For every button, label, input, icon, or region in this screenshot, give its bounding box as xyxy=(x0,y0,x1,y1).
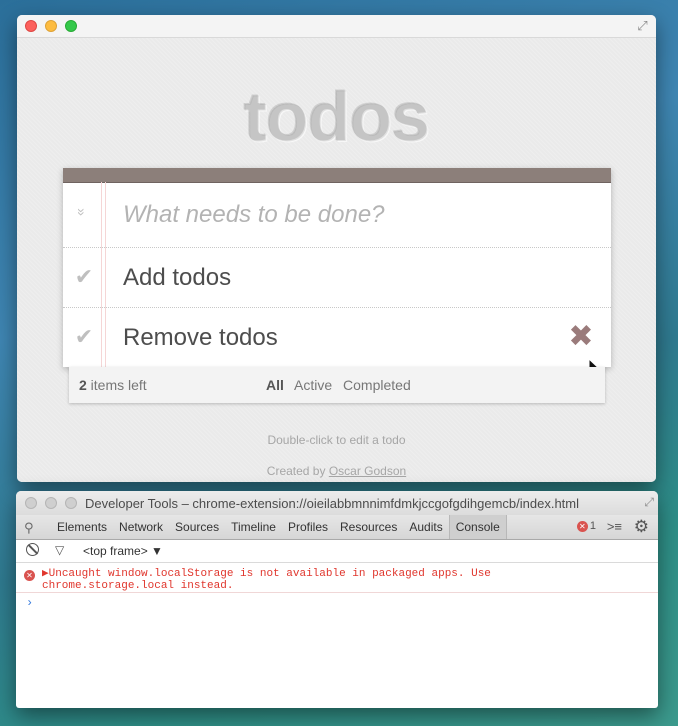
close-window-button[interactable] xyxy=(25,497,37,509)
console-toolbar: ▽ <top frame> ▼ xyxy=(16,540,658,563)
devtools-title: Developer Tools – chrome-extension://oie… xyxy=(85,496,580,511)
check-icon[interactable]: ✔ xyxy=(73,324,95,350)
filter-all[interactable]: All xyxy=(266,377,284,393)
todo-label[interactable]: Add todos xyxy=(123,264,231,292)
delete-icon[interactable]: ✖ xyxy=(568,322,594,352)
frame-selector[interactable]: <top frame> ▼ xyxy=(83,544,163,558)
tab-console[interactable]: Console xyxy=(448,515,507,539)
tab-profiles[interactable]: Profiles xyxy=(282,515,334,539)
minimize-window-button[interactable] xyxy=(45,497,57,509)
tab-sources[interactable]: Sources xyxy=(169,515,225,539)
todo-label[interactable]: Remove todos xyxy=(123,324,278,352)
filter-completed[interactable]: Completed xyxy=(343,377,411,393)
app-body: todos » What needs to be done? ✔ Add tod… xyxy=(17,38,656,482)
minimize-window-button[interactable] xyxy=(45,20,57,32)
show-drawer-icon[interactable]: >≡ xyxy=(607,519,622,534)
app-window: ⤢ todos » What needs to be done? ✔ Add t… xyxy=(17,15,656,482)
todo-item[interactable]: ✔ Remove todos ✖ xyxy=(63,308,611,367)
zoom-window-button[interactable] xyxy=(65,497,77,509)
author-link[interactable]: Oscar Godson xyxy=(329,464,406,478)
error-count-badge[interactable]: ✕ 1 xyxy=(576,520,596,532)
error-icon: ✕ xyxy=(24,570,35,581)
error-icon: ✕ xyxy=(576,520,588,532)
new-todo-row: » What needs to be done? xyxy=(63,183,611,248)
filters: All Active Completed xyxy=(266,377,418,393)
tab-resources[interactable]: Resources xyxy=(334,515,403,539)
fullscreen-icon[interactable]: ⤢ xyxy=(644,495,654,510)
page-title: todos xyxy=(243,78,431,156)
console-error-message: ✕ ▶Uncaught window.localStorage is not a… xyxy=(16,563,658,593)
edit-hint: Double-click to edit a todo xyxy=(267,433,406,447)
gear-icon[interactable]: ⚙ xyxy=(634,517,649,537)
error-text[interactable]: ▶Uncaught window.localStorage is not ava… xyxy=(42,568,491,592)
credit-line: Created by Oscar Godson xyxy=(266,464,407,478)
devtools-tabs: Elements Network Sources Timeline Profil… xyxy=(51,515,507,539)
clear-console-icon[interactable] xyxy=(26,543,39,556)
todo-card: » What needs to be done? ✔ Add todos ✔ R… xyxy=(63,168,611,367)
card-header-bar xyxy=(63,168,611,183)
todo-footer: 2 items left All Active Completed xyxy=(69,367,605,403)
devtools-toolbar: ⚲ Elements Network Sources Timeline Prof… xyxy=(16,515,658,540)
devtools-titlebar: Developer Tools – chrome-extension://oie… xyxy=(16,491,658,515)
new-todo-input[interactable]: What needs to be done? xyxy=(123,201,385,229)
app-titlebar: ⤢ xyxy=(17,15,656,38)
tab-audits[interactable]: Audits xyxy=(403,515,448,539)
devtools-window: Developer Tools – chrome-extension://oie… xyxy=(16,491,658,708)
console-prompt[interactable]: › xyxy=(16,593,658,622)
filter-icon[interactable]: ▽ xyxy=(55,543,64,557)
close-window-button[interactable] xyxy=(25,20,37,32)
tab-elements[interactable]: Elements xyxy=(51,515,113,539)
search-icon[interactable]: ⚲ xyxy=(24,520,34,536)
tab-timeline[interactable]: Timeline xyxy=(225,515,282,539)
filter-active[interactable]: Active xyxy=(294,377,332,393)
tab-network[interactable]: Network xyxy=(113,515,169,539)
zoom-window-button[interactable] xyxy=(65,20,77,32)
todo-item[interactable]: ✔ Add todos xyxy=(63,248,611,308)
fullscreen-icon[interactable]: ⤢ xyxy=(635,18,650,33)
toggle-all-icon[interactable]: » xyxy=(74,204,90,220)
items-left-count: 2 items left xyxy=(79,377,147,393)
check-icon[interactable]: ✔ xyxy=(73,264,95,290)
prompt-icon: › xyxy=(26,596,34,610)
